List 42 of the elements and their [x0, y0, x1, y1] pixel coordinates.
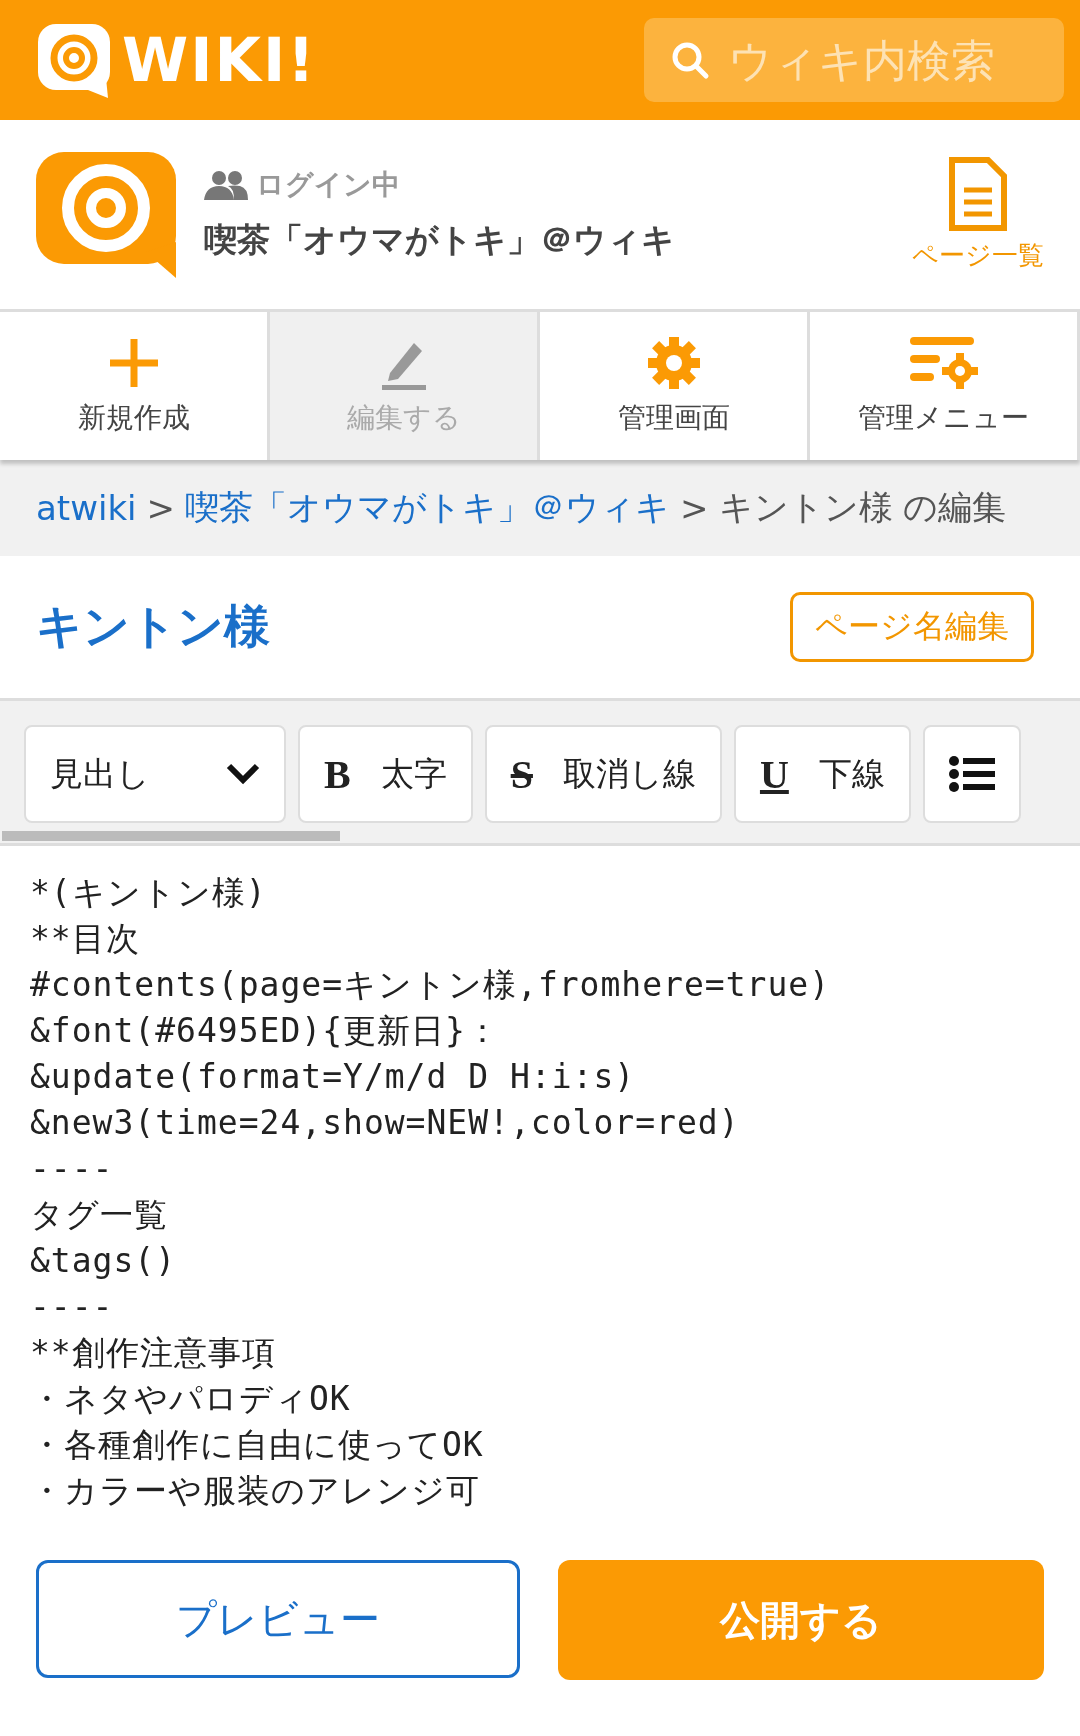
- code-line: &new3(time=24,show=NEW!,color=red): [30, 1102, 741, 1144]
- breadcrumb-text: >: [146, 488, 176, 528]
- toolbar-button[interactable]: 管理メニュー: [810, 312, 1080, 460]
- login-status: ログイン中: [256, 167, 400, 203]
- preview-button[interactable]: プレビュー: [36, 1560, 520, 1678]
- code-line: タグ一覧: [30, 1194, 169, 1236]
- chevron-down-icon: [226, 763, 260, 785]
- code-line: ----: [30, 1148, 115, 1190]
- underline-button[interactable]: U 下線: [733, 725, 911, 823]
- list-button[interactable]: [922, 725, 1021, 823]
- code-line: ・各種創作に自由に使ってOK: [30, 1424, 485, 1466]
- code-line: &tags(): [30, 1240, 178, 1282]
- bold-button[interactable]: B 太字: [298, 725, 473, 823]
- breadcrumb-text: >: [680, 488, 709, 528]
- gear-icon: [645, 335, 702, 391]
- users-icon: [204, 170, 248, 200]
- code-line: ----: [30, 1286, 115, 1328]
- code-line: ・カラーや服装のアレンジ可: [30, 1470, 481, 1512]
- breadcrumb-link[interactable]: 喫茶「オウマがトキ」＠ウィキ: [185, 485, 671, 531]
- search-icon: [670, 40, 710, 80]
- toolbar-button[interactable]: 管理画面: [540, 312, 810, 460]
- list-icon: [948, 756, 995, 792]
- heading-dropdown[interactable]: 見出し: [24, 725, 286, 823]
- code-line: ・ネタやパロディOK: [30, 1378, 352, 1420]
- breadcrumb-text: キントン様 の編集: [718, 486, 1007, 529]
- page-title: キントン様: [36, 598, 270, 655]
- code-line: &update(format=Y/m/d D H:i:s): [30, 1056, 637, 1098]
- code-line: &font(#6495ED){更新日}：: [30, 1010, 501, 1052]
- code-line: #contents(page=キントン様,fromhere=true): [30, 964, 832, 1006]
- search-field[interactable]: ウィキ内検索: [644, 18, 1064, 102]
- logo-text: WIKI!: [122, 25, 317, 95]
- at-sign-logo-icon: [36, 151, 176, 278]
- code-line: **創作注意事項: [30, 1332, 277, 1374]
- strikethrough-button[interactable]: S 取消し線: [484, 725, 722, 823]
- site-name: 喫茶「オウマがトキ」＠ウィキ: [204, 219, 676, 261]
- settings-list-icon: [907, 335, 980, 391]
- code-line: *(キントン様): [30, 872, 268, 914]
- at-sign-logo-icon: [36, 22, 112, 98]
- code-line: **目次: [30, 918, 141, 960]
- toolbar-button[interactable]: 新規作成: [0, 312, 270, 460]
- document-icon: [948, 156, 1008, 232]
- breadcrumb-link[interactable]: atwiki: [36, 488, 137, 528]
